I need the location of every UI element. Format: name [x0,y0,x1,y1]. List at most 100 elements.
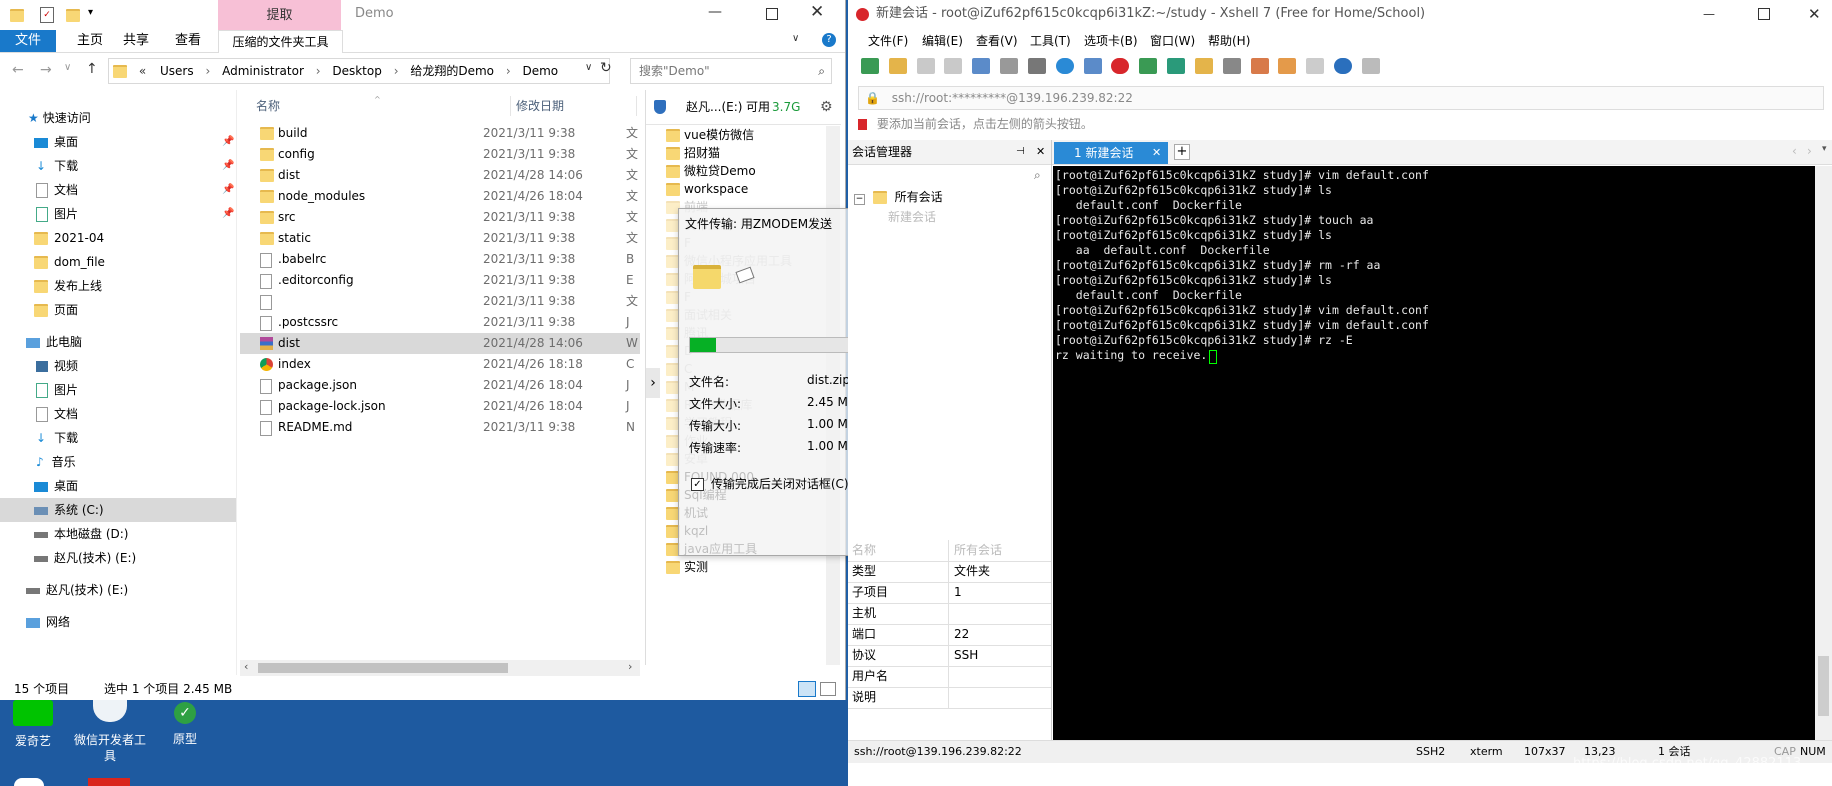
file-row[interactable]: .babelrc 2021/3/11 9:38 B [240,249,640,270]
chat-icon[interactable] [1361,58,1380,74]
search-input[interactable]: 搜索"Demo" ⌕ [630,58,832,84]
column-header-name[interactable]: 名称 [256,92,280,120]
menu-help[interactable]: 帮助(H) [1208,30,1250,52]
file-row[interactable]: node_modules 2021/4/26 18:04 文 [240,186,640,207]
breadcrumb-segment[interactable]: Users [160,64,194,78]
large-icons-view-icon[interactable] [820,682,836,696]
file-row[interactable]: static 2021/3/11 9:38 文 [240,228,640,249]
nav-item-documents[interactable]: 文档 📌 [0,178,236,202]
pin-icon[interactable]: 📌 [222,202,234,226]
address-dropdown-icon[interactable]: ∨ [585,62,592,73]
new-folder-icon[interactable] [66,9,80,22]
scroll-left-icon[interactable]: ‹ [244,660,248,673]
font-icon[interactable] [1083,58,1102,74]
maximize-icon[interactable] [766,8,778,20]
expand-ribbon-icon[interactable]: ∨ [792,33,799,44]
menu-tools[interactable]: 工具(T) [1030,30,1071,52]
file-row[interactable]: package.json 2021/4/26 18:04 J [240,375,640,396]
pin-icon[interactable]: 📌 [222,154,234,178]
usb-item[interactable]: 招财猫 [666,144,720,162]
checkbox-box[interactable]: ✓ [691,478,704,491]
tab-share[interactable]: 共享 [116,30,156,52]
file-row[interactable]: dist 2021/4/28 14:06 文 [240,165,640,186]
file-row[interactable]: 2021/3/11 9:38 文 [240,291,640,312]
collapse-panel-button[interactable]: › [646,368,660,398]
usb-item[interactable]: 微粒贷Demo [666,162,756,180]
help-icon[interactable] [1334,58,1353,74]
file-row[interactable]: build 2021/3/11 9:38 文 [240,123,640,144]
breadcrumb-segment[interactable]: Administrator [222,64,304,78]
close-on-complete-checkbox[interactable]: ✓ 传输完成后关闭对话框(C) [691,475,849,492]
xftp-icon[interactable] [1111,58,1130,74]
tab-list-icon[interactable]: ▾ [1822,144,1827,154]
add-tab-icon[interactable]: + [1174,144,1190,160]
nav-item-downloads-pc[interactable]: ↓ 下载 [0,426,236,450]
tab-nav-prev-icon[interactable]: ‹ [1792,144,1797,158]
menu-tabs[interactable]: 选项卡(B) [1084,30,1138,52]
tab-compressed-tools[interactable]: 压缩的文件夹工具 [218,30,343,53]
quick-access-dropdown-icon[interactable]: ▾ [88,7,93,18]
tab-file[interactable]: 文件 [0,30,56,52]
file-row[interactable]: dist 2021/4/28 14:06 W [240,333,640,354]
horizontal-scrollbar[interactable]: ‹ › [240,660,640,676]
breadcrumb-segment[interactable]: 给龙翔的Demo [410,64,494,78]
menu-file[interactable]: 文件(F) [868,30,908,52]
pin-icon[interactable]: ⊣ [1016,140,1025,164]
file-row[interactable]: config 2021/3/11 9:38 文 [240,144,640,165]
close-icon[interactable]: ✕ [1808,0,1821,28]
help-icon[interactable]: ? [822,33,836,47]
desktop-icon-prototype[interactable]: ✓ 原型 [160,700,210,752]
nav-item-release[interactable]: 发布上线 [0,274,236,298]
tab-close-icon[interactable]: ✕ [1152,142,1161,164]
scrollbar-thumb[interactable] [258,663,508,673]
nav-item-pages[interactable]: 页面 [0,298,236,322]
column-divider[interactable] [636,96,637,116]
taskbar-icon-left[interactable] [14,778,44,786]
disconnect-icon[interactable] [944,58,963,74]
reconnect-icon[interactable] [916,58,935,74]
nav-item-drive-e-root[interactable]: 赵凡(技术) (E:) [0,578,236,602]
terminal-scrollbar[interactable] [1815,166,1832,740]
file-row[interactable]: .postcssrc 2021/3/11 9:38 J [240,312,640,333]
session-address-bar[interactable]: 🔒 ssh://root:*********@139.196.239.82:22 [858,86,1824,110]
scrollbar-thumb[interactable] [1818,656,1829,716]
usb-item[interactable]: vue模仿微信 [666,126,754,144]
gear-icon[interactable]: ⚙ [820,90,833,124]
breadcrumb-segment[interactable]: Desktop [332,64,382,78]
tab-new-session[interactable]: 1 新建会话 ✕ [1054,142,1168,164]
nav-item-documents-pc[interactable]: 文档 [0,402,236,426]
breadcrumb[interactable]: « Users › Administrator › Desktop › 给龙翔的… [108,58,610,84]
globe-icon[interactable] [1055,58,1074,74]
nav-item-pictures-pc[interactable]: 图片 [0,378,236,402]
fullscreen-icon[interactable] [1167,58,1186,74]
maximize-icon[interactable] [1758,8,1770,20]
nav-item-drive-c[interactable]: 系统 (C:) [0,498,236,522]
nav-item-desktop[interactable]: 桌面 📌 [0,130,236,154]
properties-icon[interactable] [972,58,991,74]
file-row[interactable]: src 2021/3/11 9:38 文 [240,207,640,228]
breadcrumb-segment[interactable]: Demo [522,64,558,78]
menu-edit[interactable]: 编辑(E) [922,30,963,52]
recent-locations-icon[interactable]: ∨ [64,62,71,73]
usb-item[interactable]: 实测 [666,558,708,576]
print-icon[interactable] [1027,58,1046,74]
back-arrow-icon[interactable]: ← [12,62,24,78]
file-row[interactable]: README.md 2021/3/11 9:38 N [240,417,640,438]
usb-item[interactable]: workspace [666,180,748,198]
new-session-icon[interactable] [861,58,879,74]
desktop-icon-iqiyi[interactable]: 爱奇艺 [8,700,58,752]
session-search-icon[interactable]: ⌕ [1034,168,1041,183]
properties-icon[interactable]: ✓ [40,7,54,23]
taskbar-icon-right[interactable] [88,778,130,786]
nav-item-this-pc[interactable]: 此电脑 [0,330,236,354]
nav-item-desktop-pc[interactable]: 桌面 [0,474,236,498]
nav-item-2021-04[interactable]: 2021-04 [0,226,236,250]
nav-item-drive-e[interactable]: 赵凡(技术) (E:) [0,546,236,570]
layout-icon[interactable] [1306,58,1325,74]
open-folder-icon[interactable] [888,58,907,74]
session-tree-root[interactable]: − 所有会话 [854,188,943,205]
menu-window[interactable]: 窗口(W) [1150,30,1195,52]
minimize-icon[interactable]: — [708,4,722,20]
file-row[interactable]: .editorconfig 2021/3/11 9:38 E [240,270,640,291]
nav-item-pictures[interactable]: 图片 📌 [0,202,236,226]
